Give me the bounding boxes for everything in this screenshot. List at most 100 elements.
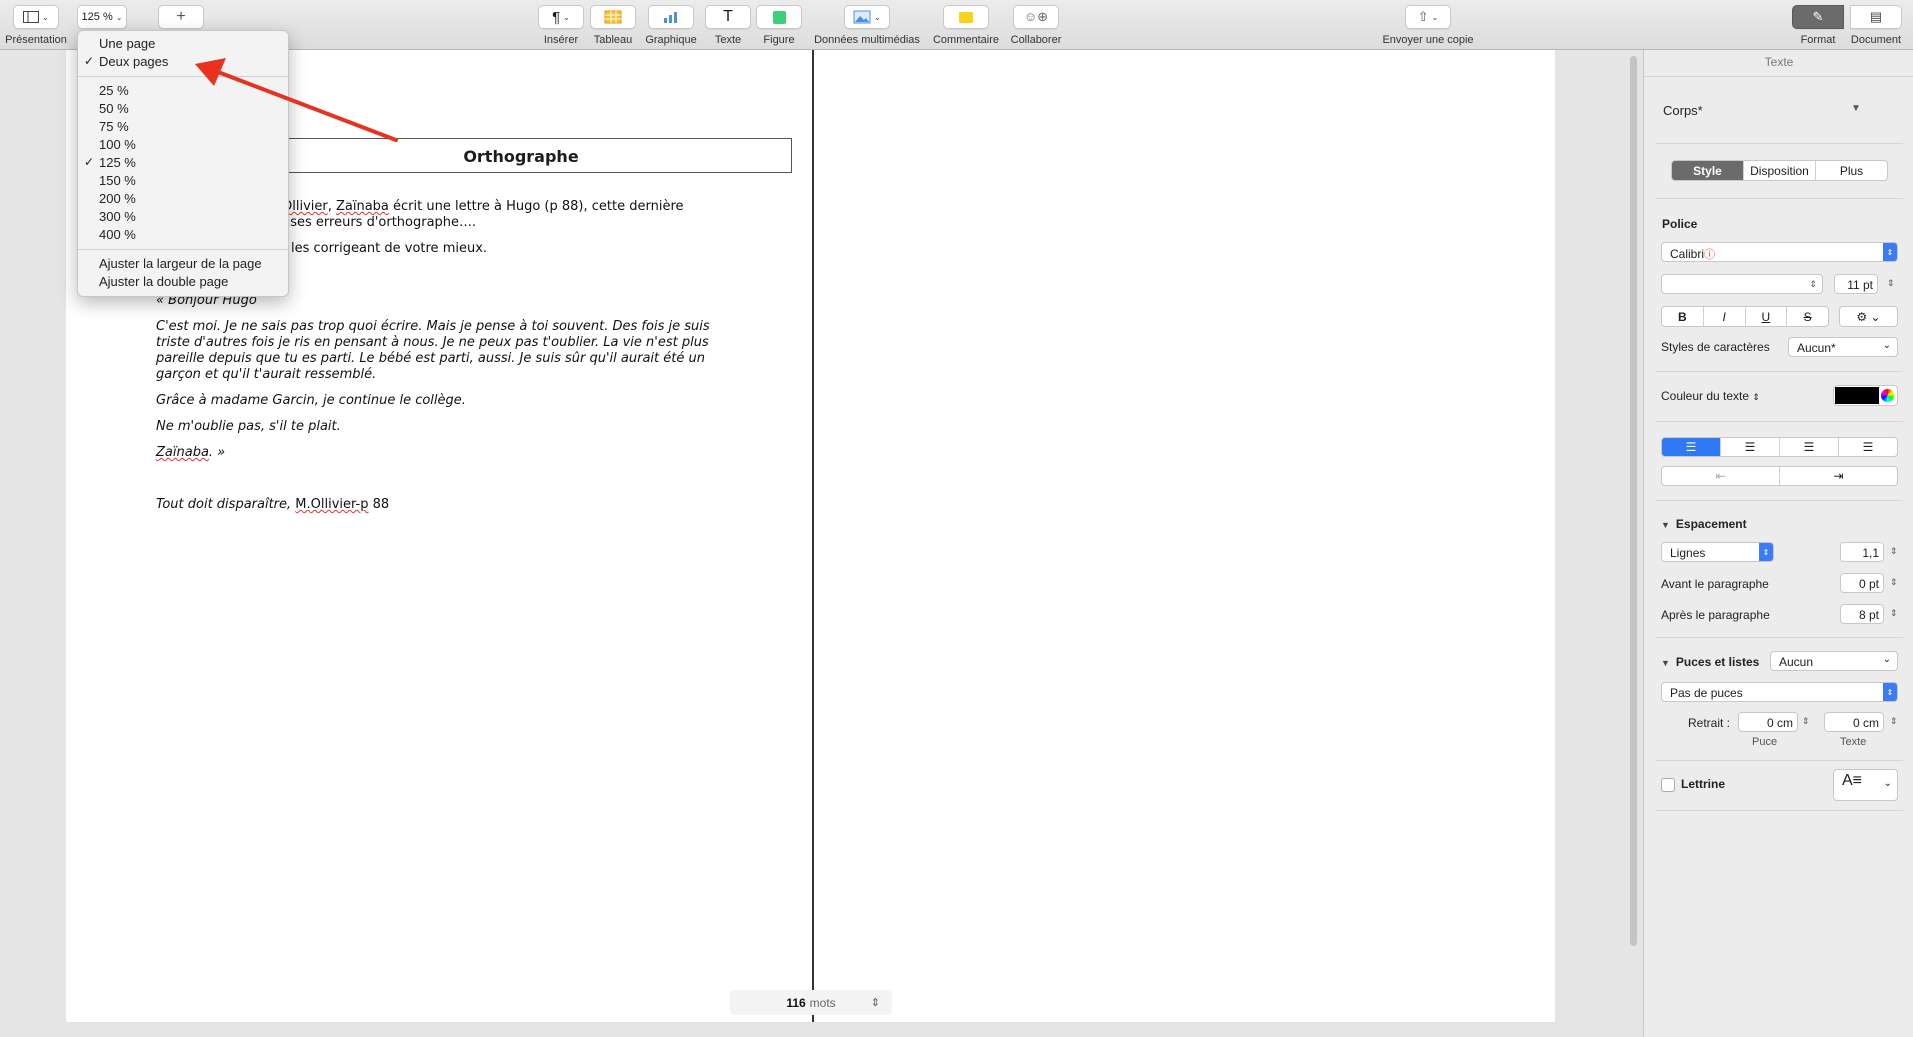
bullet-type-select[interactable]: Pas de puces ⇕ (1661, 682, 1898, 702)
bullet-indent-stepper-icon[interactable]: ⇕ (1802, 716, 1810, 727)
zoom-tool[interactable]: 125 % ⌄ (76, 5, 128, 29)
comment-tool[interactable]: Commentaire (930, 5, 1002, 46)
spacing-value-field[interactable]: 1,1 (1840, 542, 1884, 562)
paragraph-style-dropdown-icon[interactable]: ▼ (1851, 103, 1861, 114)
menu-item-zoom-150[interactable]: 150 % (99, 173, 136, 188)
chart-label: Graphique (645, 34, 697, 46)
text-caption: Texte (1840, 736, 1867, 748)
text-indent-field[interactable]: 0 cm (1824, 712, 1884, 732)
comment-button[interactable] (943, 5, 989, 29)
after-paragraph-field[interactable]: 8 pt (1840, 604, 1884, 624)
before-stepper-icon[interactable]: ⇕ (1890, 577, 1898, 588)
divider (1656, 810, 1903, 811)
word-count[interactable]: 116 mots ⇕ (730, 990, 892, 1015)
format-button[interactable]: ✎ (1792, 5, 1844, 29)
zoom-button[interactable]: 125 % ⌄ (77, 5, 127, 29)
color-wheel-icon[interactable] (1881, 389, 1894, 402)
text-box-icon: T (723, 8, 733, 25)
text-indent-stepper-icon[interactable]: ⇕ (1890, 716, 1898, 727)
presentation-tool[interactable]: ⌄ Présentation (2, 5, 70, 46)
chart-tool[interactable]: Graphique (640, 5, 702, 46)
title-box[interactable]: Orthographe (282, 138, 792, 173)
share-button[interactable]: ⇧ ⌄ (1405, 5, 1451, 29)
align-right-button[interactable]: ☰ (1780, 438, 1839, 456)
send-copy-tool[interactable]: ⇧ ⌄ Envoyer une copie (1378, 5, 1478, 46)
intro-line-2: uses erreurs d'orthographe…. (282, 215, 477, 230)
presentation-button[interactable]: ⌄ (13, 5, 59, 29)
shape-icon (772, 10, 786, 24)
decrease-indent-button[interactable]: ⇤ (1662, 467, 1780, 485)
text-style-buttons: B I U S (1661, 306, 1829, 327)
bullet-indent-field[interactable]: 0 cm (1738, 712, 1798, 732)
menu-item-zoom-25[interactable]: 25 % (99, 83, 129, 98)
menu-item-two-pages[interactable]: Deux pages (99, 54, 168, 69)
text-color-well[interactable] (1833, 385, 1898, 406)
menu-item-zoom-100[interactable]: 100 % (99, 137, 136, 152)
chart-icon (664, 12, 677, 23)
before-paragraph-field[interactable]: 0 pt (1840, 573, 1884, 593)
vertical-scrollbar[interactable] (1630, 56, 1637, 946)
text-tool[interactable]: T Texte (705, 5, 751, 46)
shape-tool[interactable]: Figure (756, 5, 802, 46)
add-page-tool[interactable]: + (158, 5, 204, 29)
tab-style[interactable]: Style (1672, 161, 1744, 180)
spacing-stepper-icon[interactable]: ⇕ (1890, 546, 1898, 557)
shape-button[interactable] (756, 5, 802, 29)
font-size-field[interactable]: 11 pt (1834, 274, 1878, 294)
menu-item-zoom-300[interactable]: 300 % (99, 209, 136, 224)
text-button[interactable]: T (705, 5, 751, 29)
document-tool[interactable]: ▤ Document (1846, 5, 1906, 46)
menu-item-zoom-200[interactable]: 200 % (99, 191, 136, 206)
letter-line: C'est moi. Je ne sais pas trop quoi écri… (156, 319, 710, 334)
align-left-button[interactable]: ☰ (1662, 438, 1721, 456)
italic-button[interactable]: I (1704, 307, 1746, 326)
text-options-button[interactable]: ⚙ ⌄ (1839, 306, 1898, 327)
underline-button[interactable]: U (1746, 307, 1788, 326)
add-page-button[interactable]: + (158, 5, 204, 29)
media-tool[interactable]: ⌄ Données multimédias (808, 5, 926, 46)
font-size-stepper-icon[interactable]: ⇕ (1887, 278, 1895, 289)
source-line: Tout doit disparaître, M.Ollivier-p 88 (156, 497, 389, 512)
menu-item-one-page[interactable]: Une page (99, 36, 155, 51)
source-page: 88 (368, 497, 390, 512)
collaborate-button[interactable]: ☺⊕ (1013, 5, 1059, 29)
word-count-stepper-icon[interactable]: ⇕ (871, 996, 880, 1009)
bullets-style-select[interactable]: Aucun ⌄ (1770, 651, 1898, 671)
chart-button[interactable] (648, 5, 694, 29)
character-styles-select[interactable]: Aucun* ⌄ (1788, 337, 1898, 357)
menu-item-zoom-50[interactable]: 50 % (99, 101, 129, 116)
document-button[interactable]: ▤ (1850, 5, 1902, 29)
tab-more[interactable]: Plus (1816, 161, 1887, 180)
after-stepper-icon[interactable]: ⇕ (1890, 608, 1898, 619)
font-family-select[interactable]: Calibriⓘ ⇕ (1661, 242, 1898, 262)
insert-button[interactable]: ¶ ⌄ (538, 5, 584, 29)
stepper-icon: ⇕ (1752, 392, 1760, 402)
insert-tool[interactable]: ¶ ⌄ Insérer (536, 5, 586, 46)
justify-button[interactable]: ☰ (1839, 438, 1897, 456)
strikethrough-button[interactable]: S (1787, 307, 1828, 326)
media-button[interactable]: ⌄ (844, 5, 890, 29)
bullets-section-label[interactable]: ▼ Puces et listes (1661, 655, 1759, 669)
increase-indent-button[interactable]: ⇥ (1780, 467, 1897, 485)
spacing-mode-select[interactable]: Lignes ⇕ (1661, 542, 1774, 562)
letter-line: pareille depuis que tu es parti. Le bébé… (156, 351, 705, 366)
menu-item-fit-width[interactable]: Ajuster la largeur de la page (99, 256, 262, 271)
divider (1656, 198, 1903, 199)
table-tool[interactable]: Tableau (590, 5, 636, 46)
format-tool[interactable]: ✎ Format (1792, 5, 1844, 46)
page-right[interactable] (814, 50, 1555, 1022)
align-center-button[interactable]: ☰ (1721, 438, 1780, 456)
drop-cap-style-select[interactable]: A≡ ⌄ (1833, 769, 1898, 801)
collaborate-tool[interactable]: ☺⊕ Collaborer (1008, 5, 1064, 46)
bold-button[interactable]: B (1662, 307, 1704, 326)
menu-item-zoom-400[interactable]: 400 % (99, 227, 136, 242)
menu-item-fit-spread[interactable]: Ajuster la double page (99, 274, 228, 289)
paragraph-style-name[interactable]: Corps* (1663, 103, 1703, 118)
spacing-section-label[interactable]: ▼ Espacement (1661, 517, 1747, 531)
drop-cap-checkbox[interactable] (1661, 777, 1675, 792)
tab-layout[interactable]: Disposition (1744, 161, 1816, 180)
table-button[interactable] (590, 5, 636, 29)
font-typeface-select[interactable]: ⇕ (1661, 274, 1823, 294)
menu-item-zoom-75[interactable]: 75 % (99, 119, 129, 134)
menu-item-zoom-125[interactable]: 125 % (99, 155, 136, 170)
